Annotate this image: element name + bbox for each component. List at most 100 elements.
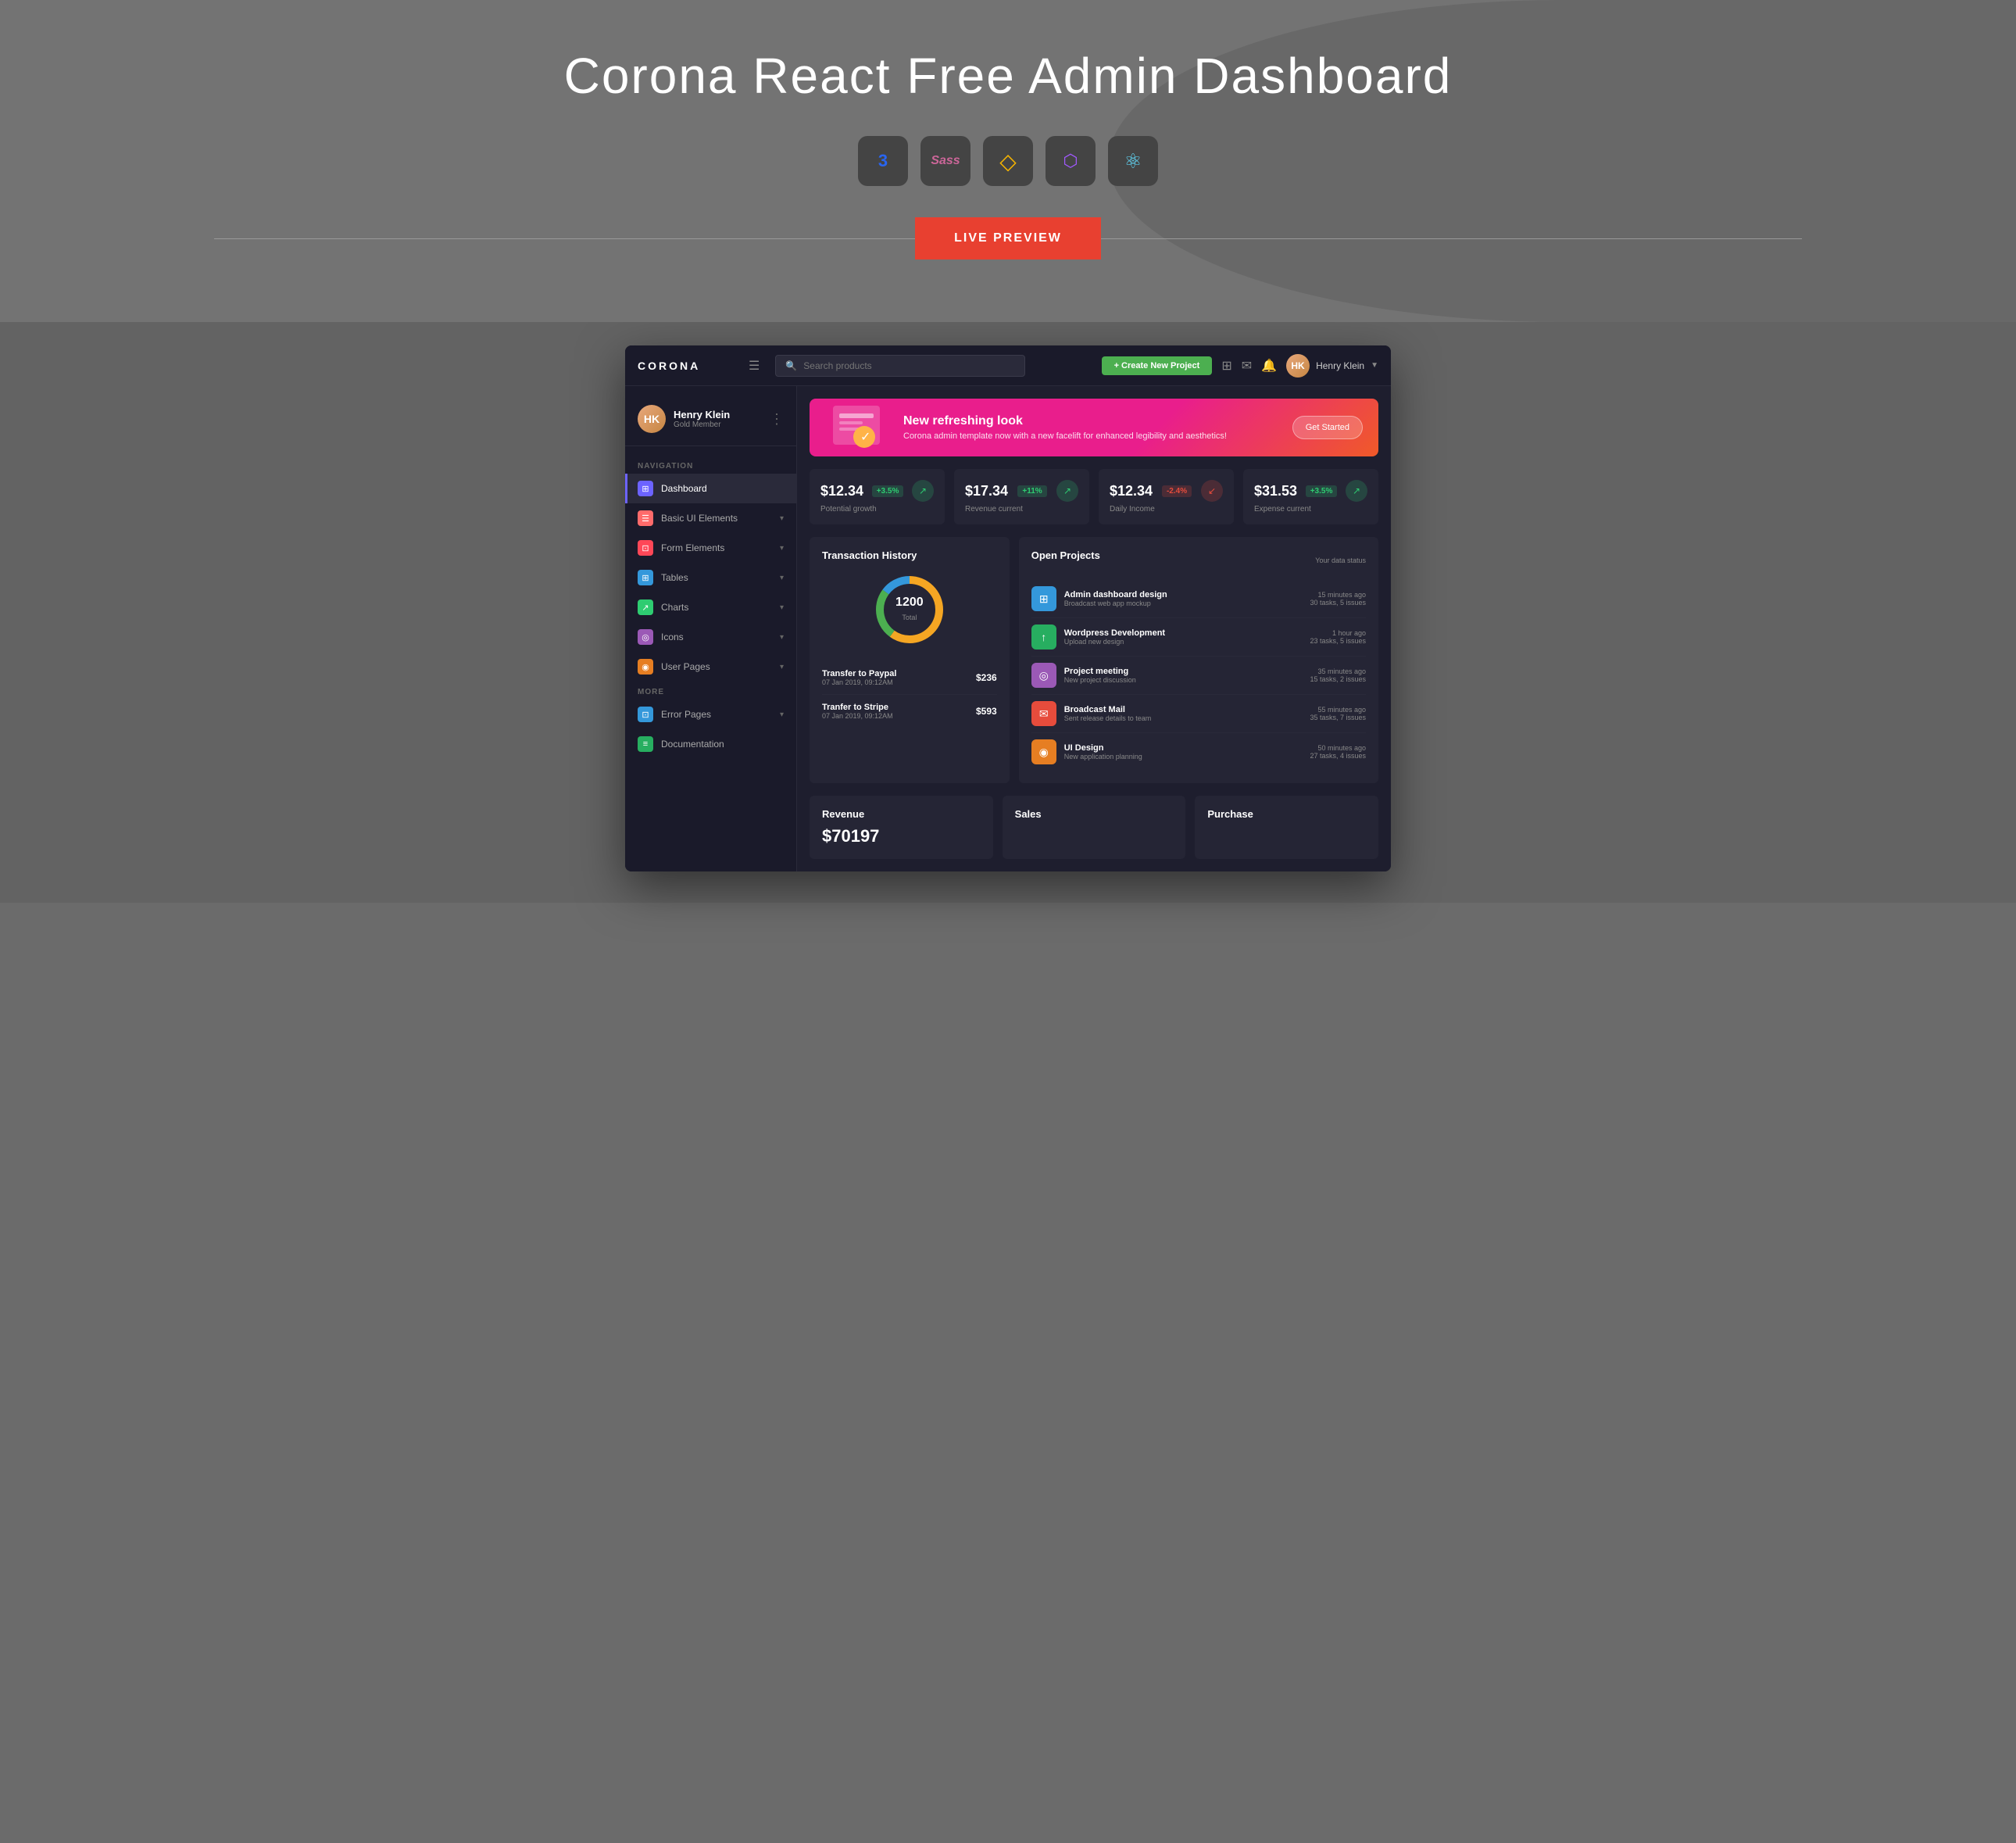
- projects-panel-header: Open Projects Your data status: [1031, 549, 1366, 571]
- project-info-3: Broadcast Mail Sent release details to t…: [1064, 705, 1303, 722]
- revenue-panel: Revenue $70197: [810, 796, 993, 859]
- sidebar-label-dashboard: Dashboard: [661, 483, 707, 494]
- revenue-title: Revenue: [822, 808, 981, 820]
- project-tasks-1: 23 tasks, 5 issues: [1310, 637, 1366, 645]
- dashboard-icon: ⊞: [638, 481, 653, 496]
- project-tasks-3: 35 tasks, 7 issues: [1310, 714, 1366, 721]
- search-bar[interactable]: 🔍: [775, 355, 1025, 377]
- divider-with-button: LIVE PREVIEW: [214, 217, 1802, 259]
- sidebar-item-charts[interactable]: ↗ Charts ▾: [625, 592, 796, 622]
- sketch-icon[interactable]: ◇: [983, 136, 1033, 186]
- stat-label-0: Potential growth: [820, 505, 934, 514]
- promo-banner: ✓ New refreshing look Corona admin templ…: [810, 399, 1378, 456]
- project-meta-2: 35 minutes ago 15 tasks, 2 issues: [1310, 667, 1366, 683]
- project-time-1: 1 hour ago: [1310, 629, 1366, 637]
- search-icon: 🔍: [785, 360, 797, 371]
- live-preview-button[interactable]: LIVE PREVIEW: [915, 217, 1101, 259]
- project-info-1: Wordpress Development Upload new design: [1064, 628, 1303, 646]
- transaction-date-1: 07 Jan 2019, 09:12AM: [822, 712, 893, 720]
- sidebar-item-dashboard[interactable]: ⊞ Dashboard: [625, 474, 796, 503]
- sidebar-label-charts: Charts: [661, 602, 688, 613]
- figma-icon[interactable]: ⬡: [1046, 136, 1096, 186]
- form-icon: ⊡: [638, 540, 653, 556]
- project-item-0: ⊞ Admin dashboard design Broadcast web a…: [1031, 580, 1366, 618]
- transaction-date-0: 07 Jan 2019, 09:12AM: [822, 678, 896, 686]
- sales-panel: Sales: [1003, 796, 1186, 859]
- chevron-icon: ▾: [780, 633, 784, 642]
- banner-cta-button[interactable]: Get Started: [1292, 416, 1363, 439]
- stat-arrow-0: ↗: [912, 480, 934, 502]
- transaction-list: Transfer to Paypal 07 Jan 2019, 09:12AM …: [822, 661, 997, 728]
- project-icon-1: ↑: [1031, 624, 1056, 650]
- svg-text:✓: ✓: [860, 431, 870, 444]
- project-name-1: Wordpress Development: [1064, 628, 1303, 638]
- sidebar-label-user-pages: User Pages: [661, 661, 710, 672]
- sidebar-user-section: HK Henry Klein Gold Member ⋮: [625, 399, 796, 446]
- project-meta-3: 55 minutes ago 35 tasks, 7 issues: [1310, 706, 1366, 721]
- chevron-icon: ▾: [780, 544, 784, 553]
- mail-icon-button[interactable]: ✉: [1242, 358, 1252, 374]
- project-time-3: 55 minutes ago: [1310, 706, 1366, 714]
- donut-chart-container: 1200 Total: [822, 571, 997, 649]
- transaction-item-0: Transfer to Paypal 07 Jan 2019, 09:12AM …: [822, 661, 997, 695]
- stat-value-1: $17.34: [965, 483, 1008, 499]
- sidebar-nav-label: Navigation: [625, 456, 796, 474]
- banner-text: New refreshing look Corona admin templat…: [903, 414, 1227, 441]
- stat-badge-2: -2.4%: [1162, 485, 1192, 497]
- grid-icon-button[interactable]: ⊞: [1221, 358, 1231, 374]
- sidebar-label-form: Form Elements: [661, 542, 724, 553]
- stat-arrow-2: ↙: [1201, 480, 1223, 502]
- donut-center: 1200 Total: [895, 596, 924, 624]
- search-input[interactable]: [803, 360, 1015, 371]
- project-item-3: ✉ Broadcast Mail Sent release details to…: [1031, 695, 1366, 733]
- sidebar-item-form-elements[interactable]: ⊡ Form Elements ▾: [625, 533, 796, 563]
- bottom-row: Revenue $70197 Sales Purchase: [810, 796, 1378, 859]
- stat-arrow-3: ↗: [1346, 480, 1367, 502]
- stat-card-2: $12.34 -2.4% ↙ Daily Income: [1099, 469, 1234, 524]
- sidebar-item-user-pages[interactable]: ◉ User Pages ▾: [625, 652, 796, 682]
- nav-actions: + Create New Project ⊞ ✉ 🔔 HK Henry Klei…: [1102, 354, 1378, 378]
- main-content: ✓ New refreshing look Corona admin templ…: [797, 386, 1391, 871]
- react-icon[interactable]: ⚛: [1108, 136, 1158, 186]
- sidebar-item-icons[interactable]: ◎ Icons ▾: [625, 622, 796, 652]
- project-meta-1: 1 hour ago 23 tasks, 5 issues: [1310, 629, 1366, 645]
- project-time-4: 50 minutes ago: [1310, 744, 1366, 752]
- user-name: Henry Klein: [1316, 360, 1364, 371]
- stat-badge-0: +3.5%: [872, 485, 904, 497]
- projects-status-label: Your data status: [1315, 556, 1366, 564]
- stats-row: $12.34 +3.5% ↗ Potential growth $17.34 +…: [810, 469, 1378, 524]
- sidebar-item-basic-ui[interactable]: ☰ Basic UI Elements ▾: [625, 503, 796, 533]
- project-name-4: UI Design: [1064, 743, 1303, 753]
- hamburger-icon[interactable]: ☰: [749, 358, 760, 374]
- open-projects-panel: Open Projects Your data status ⊞ Admin d…: [1019, 537, 1378, 783]
- stat-badge-1: +11%: [1017, 485, 1046, 497]
- sidebar-item-documentation[interactable]: ≡ Documentation: [625, 729, 796, 759]
- transaction-item-1: Tranfer to Stripe 07 Jan 2019, 09:12AM $…: [822, 695, 997, 728]
- transaction-amount-1: $593: [976, 706, 997, 717]
- stat-value-3: $31.53: [1254, 483, 1297, 499]
- user-pages-icon: ◉: [638, 659, 653, 675]
- top-navbar: CORONA ☰ 🔍 + Create New Project ⊞ ✉ 🔔 HK…: [625, 345, 1391, 386]
- banner-title: New refreshing look: [903, 414, 1227, 428]
- sidebar-avatar: HK: [638, 405, 666, 433]
- transaction-history-panel: Transaction History: [810, 537, 1010, 783]
- project-desc-0: Broadcast web app mockup: [1064, 599, 1303, 607]
- stat-label-3: Expense current: [1254, 505, 1367, 514]
- logo: CORONA: [638, 360, 739, 372]
- project-desc-4: New application planning: [1064, 753, 1303, 760]
- transaction-amount-0: $236: [976, 672, 997, 683]
- sidebar-label-documentation: Documentation: [661, 739, 724, 750]
- sass-icon[interactable]: Sass: [920, 136, 970, 186]
- css3-icon[interactable]: 3: [858, 136, 908, 186]
- user-dropdown[interactable]: HK Henry Klein ▼: [1286, 354, 1378, 378]
- create-project-button[interactable]: + Create New Project: [1102, 356, 1213, 375]
- project-meta-0: 15 minutes ago 30 tasks, 5 issues: [1310, 591, 1366, 607]
- project-info-0: Admin dashboard design Broadcast web app…: [1064, 590, 1303, 607]
- sidebar-item-tables[interactable]: ⊞ Tables ▾: [625, 563, 796, 592]
- chevron-icon: ▾: [780, 663, 784, 671]
- sidebar-menu-dots[interactable]: ⋮: [770, 411, 784, 428]
- bell-icon-button[interactable]: 🔔: [1261, 358, 1277, 374]
- sidebar-user-role: Gold Member: [674, 420, 730, 429]
- transaction-title: Transaction History: [822, 549, 997, 561]
- sidebar-item-error-pages[interactable]: ⊡ Error Pages ▾: [625, 700, 796, 729]
